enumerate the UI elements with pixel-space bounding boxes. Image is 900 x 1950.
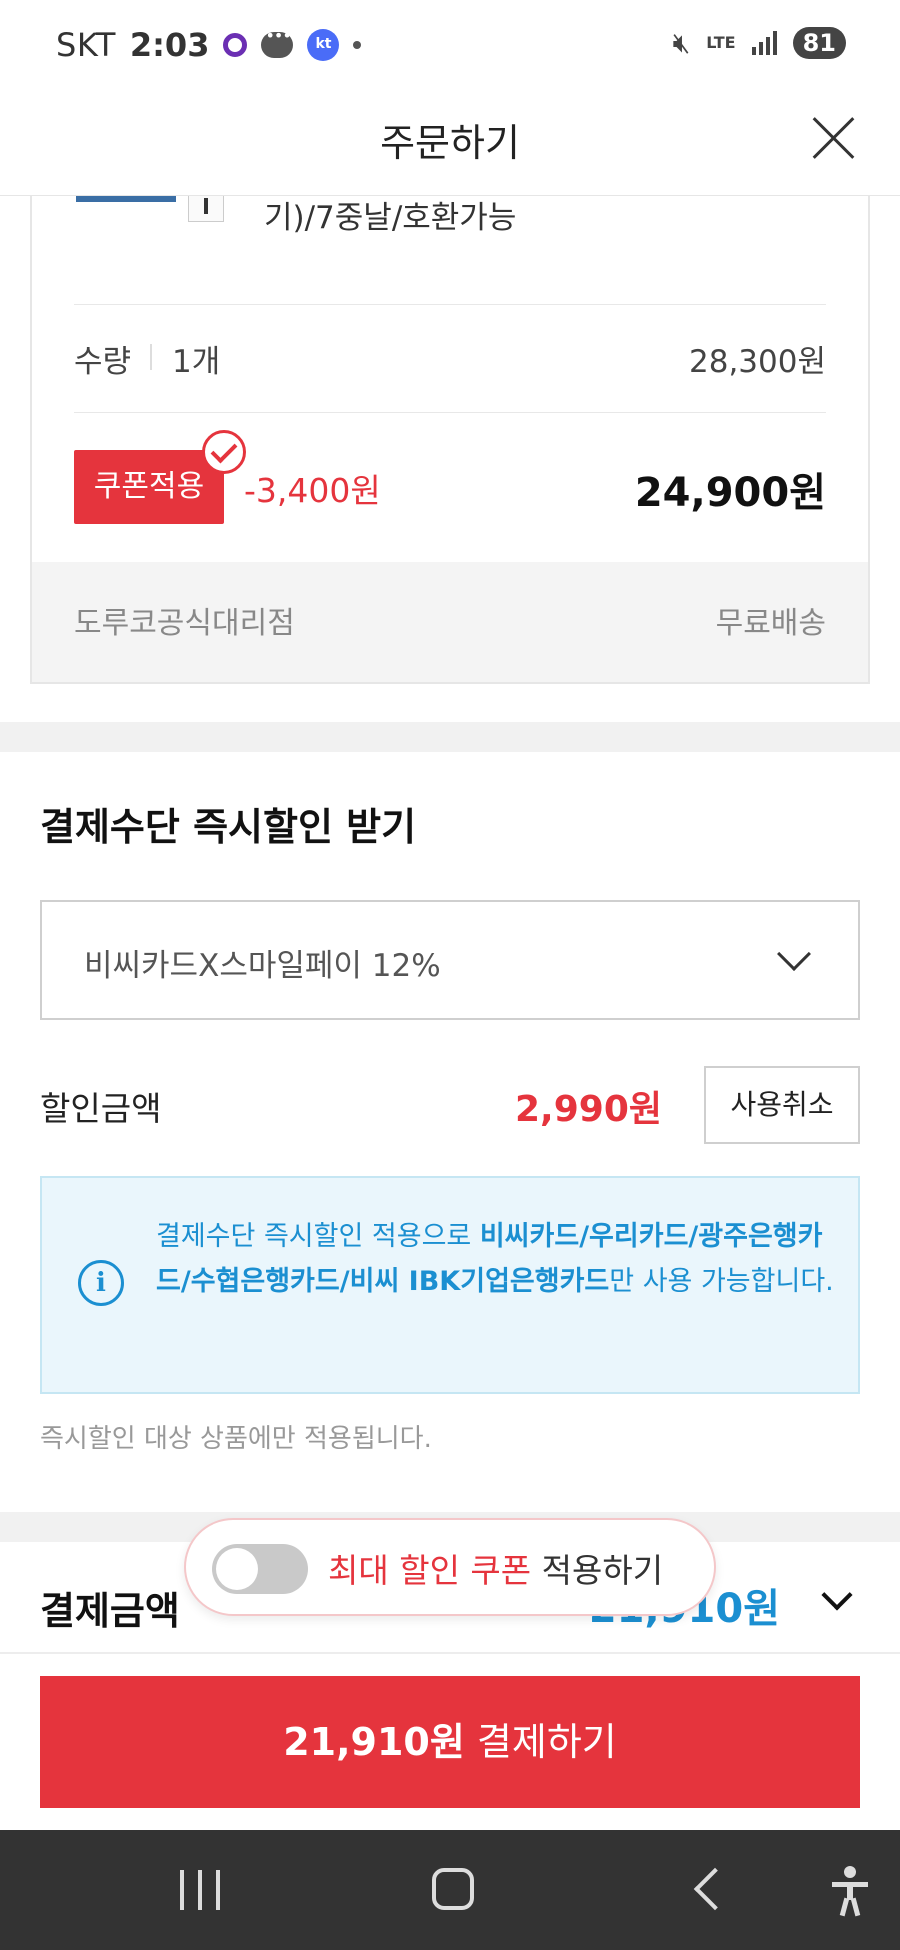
- status-bar-right: 🔇︎ LTE 81: [673, 26, 846, 60]
- toggle-switch[interactable]: [212, 1544, 308, 1594]
- coupon-apply-button[interactable]: 쿠폰적용: [74, 450, 224, 524]
- section-divider: [0, 722, 900, 752]
- quantity-row: 수량 1개 28,300원: [74, 336, 826, 380]
- chevron-down-icon[interactable]: [821, 1579, 853, 1611]
- more-notifications-icon: [353, 41, 362, 49]
- original-price: 28,300원: [689, 344, 826, 380]
- status-bar-left: SKT 2:03 kt: [56, 26, 362, 64]
- battery-icon: 81: [792, 27, 846, 59]
- seller-row: 도루코공식대리점 무료배송: [32, 562, 868, 682]
- cancel-discount-button[interactable]: 사용취소: [704, 1066, 860, 1144]
- divider: [74, 412, 826, 413]
- clock: 2:03: [129, 26, 210, 64]
- circle-app-icon: [223, 33, 248, 57]
- info-icon: i: [78, 1260, 124, 1306]
- coupon-row: 쿠폰적용 -3,400원 24,900원: [74, 430, 826, 528]
- pay-button[interactable]: 21,910원 결제하기: [40, 1676, 860, 1808]
- status-bar: SKT 2:03 kt 🔇︎ LTE 81: [0, 0, 900, 92]
- nav-home-icon[interactable]: [432, 1868, 474, 1910]
- toast-label: 최대 할인 쿠폰 적용하기: [328, 1544, 663, 1592]
- product-thumbnail[interactable]: [76, 196, 224, 226]
- toast-text: 적용하기: [531, 1551, 664, 1590]
- info-text: 결제수단 즉시할인 적용으로 비씨카드/우리카드/광주은행카드/수협은행카드/비…: [156, 1214, 836, 1304]
- quantity-label: 수량: [74, 344, 132, 380]
- razor-handle-image: [188, 196, 224, 222]
- toggle-knob: [216, 1548, 258, 1590]
- final-price: 24,900원: [634, 470, 826, 516]
- pay-button-label: 결제하기: [464, 1720, 617, 1764]
- info-suffix: 만 사용 가능합니다.: [609, 1266, 834, 1297]
- quantity-value: 1개: [172, 344, 221, 380]
- razor-image: [76, 196, 176, 202]
- mute-icon: 🔇︎: [672, 26, 691, 59]
- divider: [74, 304, 826, 305]
- instant-discount-title: 결제수단 즉시할인 받기: [40, 805, 417, 849]
- accessibility-icon[interactable]: [830, 1866, 870, 1917]
- signal-icon: [751, 31, 777, 55]
- chat-icon: [261, 26, 294, 58]
- carrier-label: SKT: [56, 26, 116, 64]
- nav-back-icon[interactable]: [693, 1867, 737, 1911]
- info-notice: i 결제수단 즉시할인 적용으로 비씨카드/우리카드/광주은행카드/수협은행카드…: [40, 1176, 860, 1394]
- kt-icon: kt: [307, 29, 340, 61]
- product-card: 기)/7중날/호환가능 수량 1개 28,300원 쿠폰적용 -3,400원 2…: [30, 196, 870, 684]
- product-name: 기)/7중날/호환가능: [264, 200, 517, 236]
- check-icon: [202, 430, 246, 474]
- seller-name[interactable]: 도루코공식대리점: [74, 598, 295, 642]
- discount-amount-label: 할인금액: [40, 1089, 162, 1128]
- system-nav-bar: [0, 1830, 900, 1950]
- lte-icon: LTE: [706, 33, 736, 52]
- toast-highlight: 최대 할인 쿠폰: [328, 1551, 532, 1590]
- info-prefix: 결제수단 즉시할인 적용으로: [156, 1221, 480, 1252]
- selected-option: 비씨카드X스마일페이 12%: [84, 948, 441, 984]
- coupon-discount: -3,400원: [244, 471, 381, 510]
- divider: [150, 344, 152, 370]
- close-icon[interactable]: [808, 112, 860, 164]
- payment-total-title: 결제금액: [40, 1589, 180, 1633]
- discount-note: 즉시할인 대상 상품에만 적용됩니다.: [40, 1424, 432, 1454]
- shipping-info: 무료배송: [715, 606, 826, 641]
- nav-recents-icon[interactable]: [180, 1870, 220, 1910]
- pay-button-amount: 21,910원: [283, 1720, 465, 1764]
- chevron-down-icon: [777, 937, 811, 971]
- max-coupon-toggle-toast[interactable]: 최대 할인 쿠폰 적용하기: [184, 1518, 716, 1616]
- divider: [0, 1652, 900, 1654]
- page-title: 주문하기: [380, 121, 520, 165]
- header: 주문하기: [0, 92, 900, 196]
- payment-method-select[interactable]: 비씨카드X스마일페이 12%: [40, 900, 860, 1020]
- discount-amount: 2,990원: [515, 1089, 662, 1130]
